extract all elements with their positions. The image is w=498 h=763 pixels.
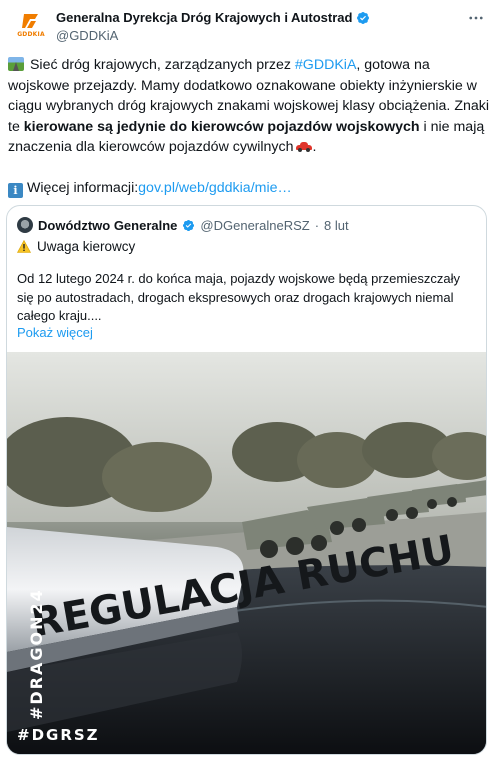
tweet-text: Sieć dróg krajowych, zarządzanych przez … bbox=[8, 55, 490, 198]
logo-text: GDDKIA bbox=[17, 31, 45, 38]
quoted-author-avatar[interactable] bbox=[17, 217, 33, 233]
quoted-author-handle[interactable]: @DGeneralneRSZ bbox=[200, 218, 309, 233]
road-emoji-icon bbox=[8, 57, 24, 71]
tweet-paragraph-2: i Więcej informacji:gov.pl/web/gddkia/mie… bbox=[8, 178, 490, 199]
warning-line: Uwaga kierowcy bbox=[17, 239, 135, 254]
text-segment: Sieć dróg krajowych, zarządzanych przez bbox=[29, 57, 295, 73]
photo-scene: REGULACJA RUCHU bbox=[7, 352, 486, 754]
car-emoji-icon bbox=[296, 142, 313, 152]
warning-text: Uwaga kierowcy bbox=[37, 239, 136, 254]
quoted-author-name[interactable]: Dowództwo Generalne bbox=[38, 218, 177, 233]
watermark-dragon: #DRAGON24 bbox=[27, 588, 46, 720]
author-handle[interactable]: @GDDKiA bbox=[56, 28, 370, 43]
verified-badge-icon bbox=[183, 219, 195, 231]
show-more-link[interactable]: Pokaż więcej bbox=[17, 325, 93, 340]
quoted-tweet-header: Dowództwo Generalne @DGeneralneRSZ · 8 l… bbox=[17, 217, 349, 233]
text-segment: Więcej informacji: bbox=[27, 179, 139, 196]
separator-dot: · bbox=[314, 217, 320, 233]
more-options-icon bbox=[469, 16, 483, 20]
author-avatar[interactable]: GDDKIA bbox=[14, 10, 48, 44]
gddkia-logo-icon bbox=[22, 14, 38, 28]
info-link[interactable]: gov.pl/web/gddkia/mie… bbox=[138, 180, 292, 196]
watermark-dgrsz: #DGRSZ bbox=[17, 726, 100, 744]
info-emoji-icon: i bbox=[8, 182, 23, 198]
warning-icon bbox=[17, 240, 31, 253]
quoted-tweet-date[interactable]: 8 lut bbox=[324, 218, 349, 233]
hashtag-link[interactable]: #GDDKiA bbox=[295, 57, 357, 73]
more-options-button[interactable] bbox=[466, 8, 486, 28]
tweet-paragraph-1: Sieć dróg krajowych, zarządzanych przez … bbox=[8, 57, 490, 155]
quoted-tweet-body: Od 12 lutego 2024 r. do końca maja, poja… bbox=[17, 271, 460, 323]
verified-badge-icon bbox=[357, 11, 370, 24]
tweet-header: GDDKIA Generalna Dyrekcja Dróg Krajowych… bbox=[8, 6, 490, 46]
quoted-tweet-image[interactable]: REGULACJA RUCHU #DRAGON24 #DGRSZ bbox=[7, 352, 486, 754]
quoted-tweet[interactable]: Dowództwo Generalne @DGeneralneRSZ · 8 l… bbox=[6, 205, 487, 755]
bold-text: kierowane są jedynie do kierowców pojazd… bbox=[23, 118, 420, 135]
author-display-name[interactable]: Generalna Dyrekcja Dróg Krajowych i Auto… bbox=[56, 10, 352, 25]
